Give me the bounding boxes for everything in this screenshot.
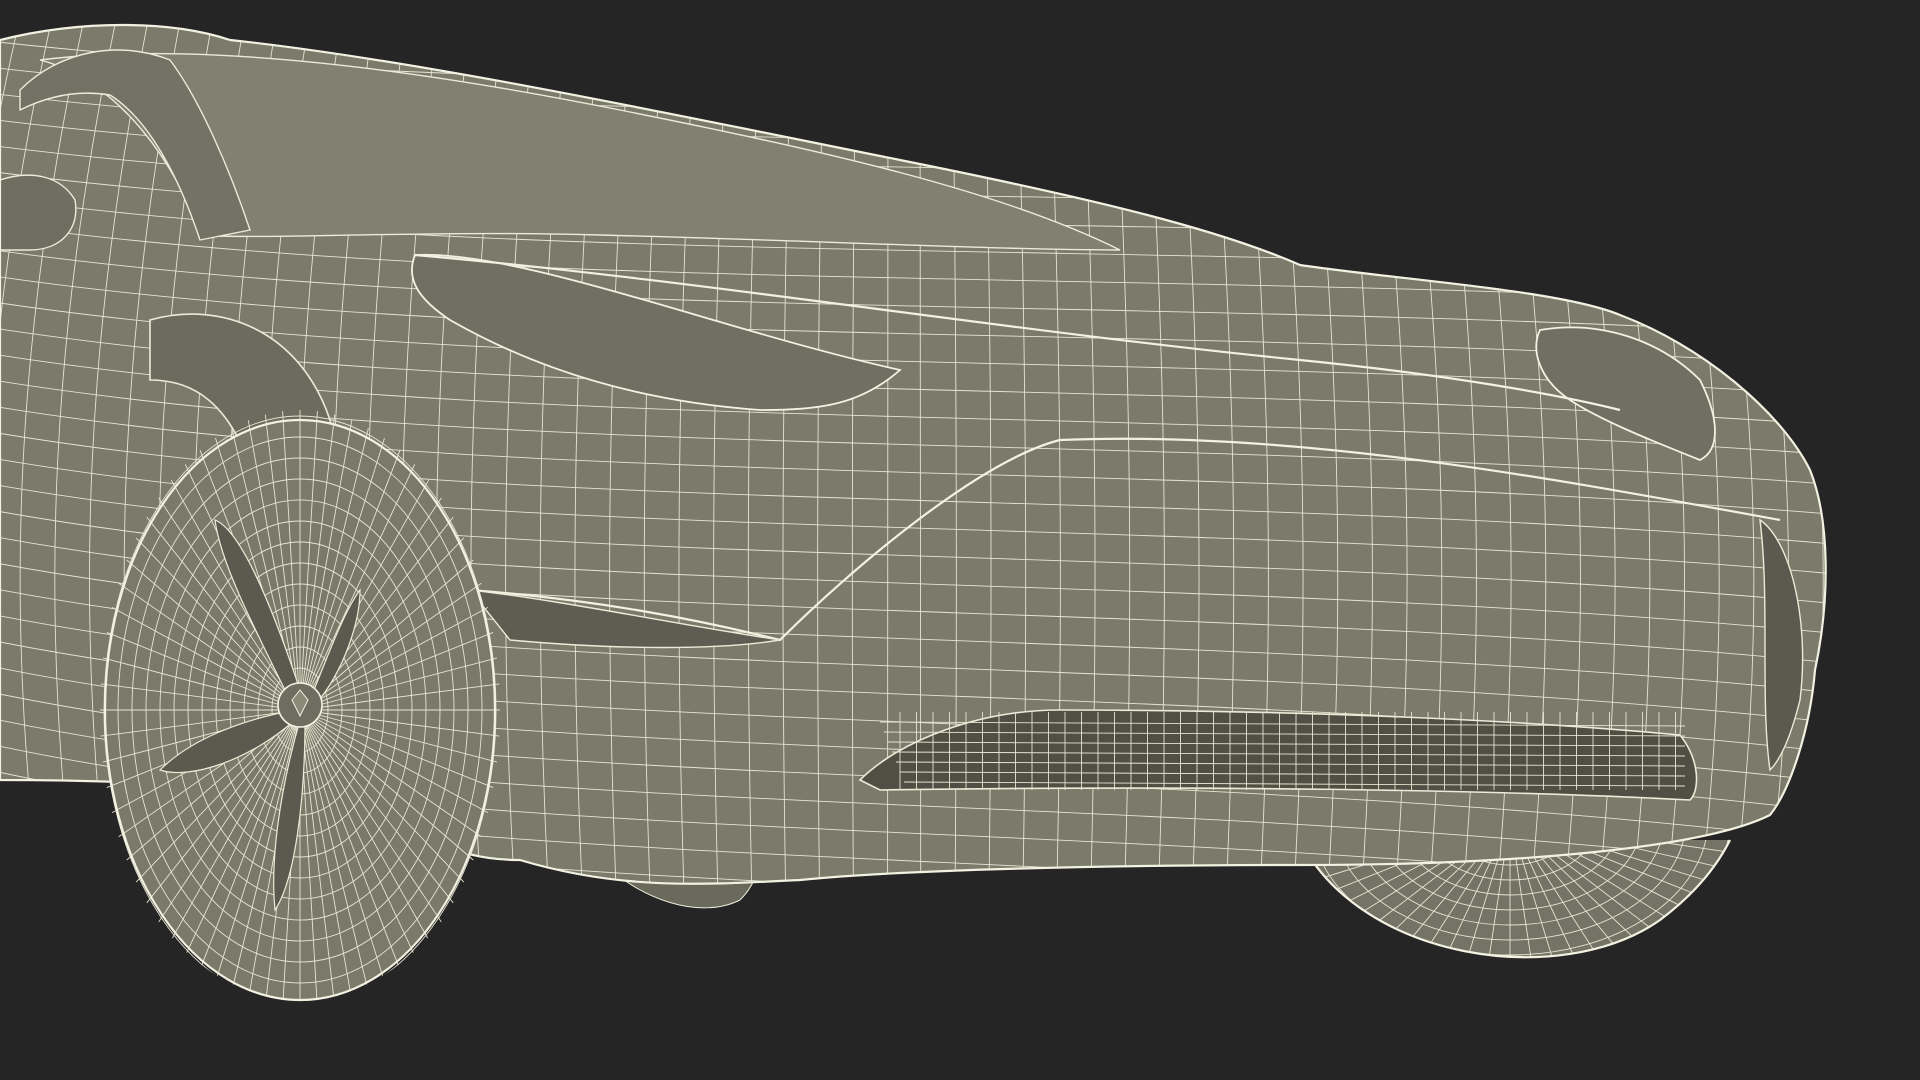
render-viewport (0, 0, 1920, 1080)
car-wireframe-render (0, 0, 1920, 1080)
left-wheel (100, 410, 500, 1002)
